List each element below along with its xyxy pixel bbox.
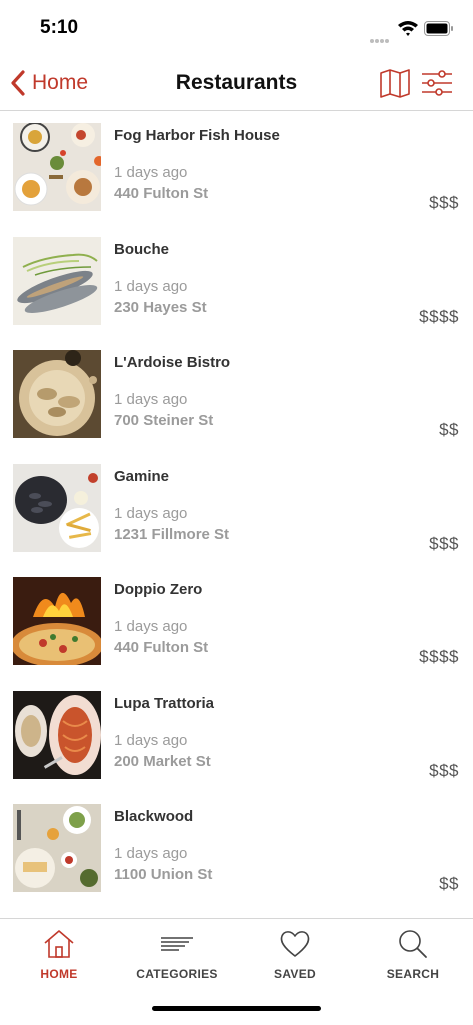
restaurant-photo	[13, 804, 101, 892]
tab-label: CATEGORIES	[136, 967, 218, 981]
restaurant-time: 1 days ago	[114, 845, 188, 862]
heart-icon	[280, 931, 310, 957]
tab-home[interactable]: HOME	[0, 929, 118, 989]
restaurant-price: $$$	[429, 533, 459, 553]
map-icon[interactable]	[379, 68, 411, 98]
restaurant-time: 1 days ago	[114, 391, 188, 408]
restaurant-photo	[13, 123, 101, 211]
restaurant-name: L'Ardoise Bistro	[114, 354, 231, 371]
restaurant-address: 440 Fulton St	[114, 185, 209, 202]
restaurant-photo	[13, 236, 101, 325]
search-icon	[399, 930, 427, 958]
restaurant-time: 1 days ago	[114, 504, 188, 522]
restaurant-time: 1 days ago	[114, 731, 188, 749]
navigation-bar: Home Restaurants	[0, 56, 473, 111]
restaurant-list[interactable]: Fog Harbor Fish House 1 days ago 440 Ful…	[0, 111, 473, 917]
back-button[interactable]: Home	[10, 69, 88, 97]
tab-categories[interactable]: CATEGORIES	[118, 929, 236, 989]
restaurant-address: 440 Fulton St	[114, 639, 209, 656]
restaurant-row[interactable]: Gamine 1 days ago 1231 Fillmore St $$$	[0, 452, 473, 566]
restaurant-name: Lupa Trattoria	[114, 694, 215, 712]
restaurant-photo	[13, 690, 101, 779]
home-indicator	[152, 1006, 321, 1011]
restaurant-address: 230 Hayes St	[114, 298, 207, 316]
restaurant-photo	[13, 350, 101, 438]
sliders-icon[interactable]	[421, 69, 453, 97]
restaurant-name: Gamine	[114, 467, 170, 485]
restaurant-row[interactable]: Bouche 1 days ago 230 Hayes St $$$$	[0, 225, 473, 339]
restaurant-address: 700 Steiner St	[114, 412, 214, 429]
restaurant-row[interactable]: Fog Harbor Fish House 1 days ago 440 Ful…	[0, 111, 473, 225]
restaurant-name: Fog Harbor Fish House	[114, 127, 280, 144]
status-time: 5:10	[40, 17, 79, 38]
restaurant-address: 1100 Union St	[114, 866, 213, 883]
restaurant-price: $$	[439, 874, 459, 893]
restaurant-photo	[13, 577, 101, 665]
cellular-signal-icon	[370, 30, 392, 43]
restaurant-name: Blackwood	[114, 808, 194, 825]
tab-saved[interactable]: SAVED	[236, 929, 354, 989]
status-bar: 5:10	[0, 0, 473, 56]
restaurant-price: $$	[439, 420, 459, 439]
restaurant-row[interactable]: Blackwood 1 days ago 1100 Union St $$	[0, 792, 473, 906]
back-label: Home	[32, 71, 89, 94]
restaurant-address: 1231 Fillmore St	[114, 525, 230, 543]
tab-search[interactable]: SEARCH	[354, 929, 472, 989]
home-icon	[44, 930, 74, 958]
restaurant-row[interactable]: Doppio Zero 1 days ago 440 Fulton St $$$…	[0, 565, 473, 679]
battery-icon	[424, 21, 453, 36]
wifi-icon	[398, 21, 418, 36]
categories-icon	[161, 937, 193, 951]
restaurant-photo	[13, 463, 101, 552]
restaurant-address: 200 Market St	[114, 752, 211, 770]
tab-label: SEARCH	[386, 967, 440, 981]
restaurant-time: 1 days ago	[114, 164, 188, 181]
restaurant-price: $$$$	[419, 647, 459, 666]
restaurant-name: Doppio Zero	[114, 581, 203, 598]
tab-label: SAVED	[274, 967, 316, 981]
tab-label: HOME	[40, 967, 78, 981]
restaurant-time: 1 days ago	[114, 277, 188, 295]
restaurant-row[interactable]: L'Ardoise Bistro 1 days ago 700 Steiner …	[0, 338, 473, 452]
restaurant-time: 1 days ago	[114, 618, 188, 635]
restaurant-price: $$$	[429, 760, 459, 780]
restaurant-price: $$$$	[419, 306, 459, 326]
restaurant-row[interactable]: Lupa Trattoria 1 days ago 200 Market St …	[0, 679, 473, 793]
restaurant-price: $$$	[429, 193, 459, 212]
restaurant-name: Bouche	[114, 240, 170, 258]
chevron-left-icon	[11, 70, 25, 96]
